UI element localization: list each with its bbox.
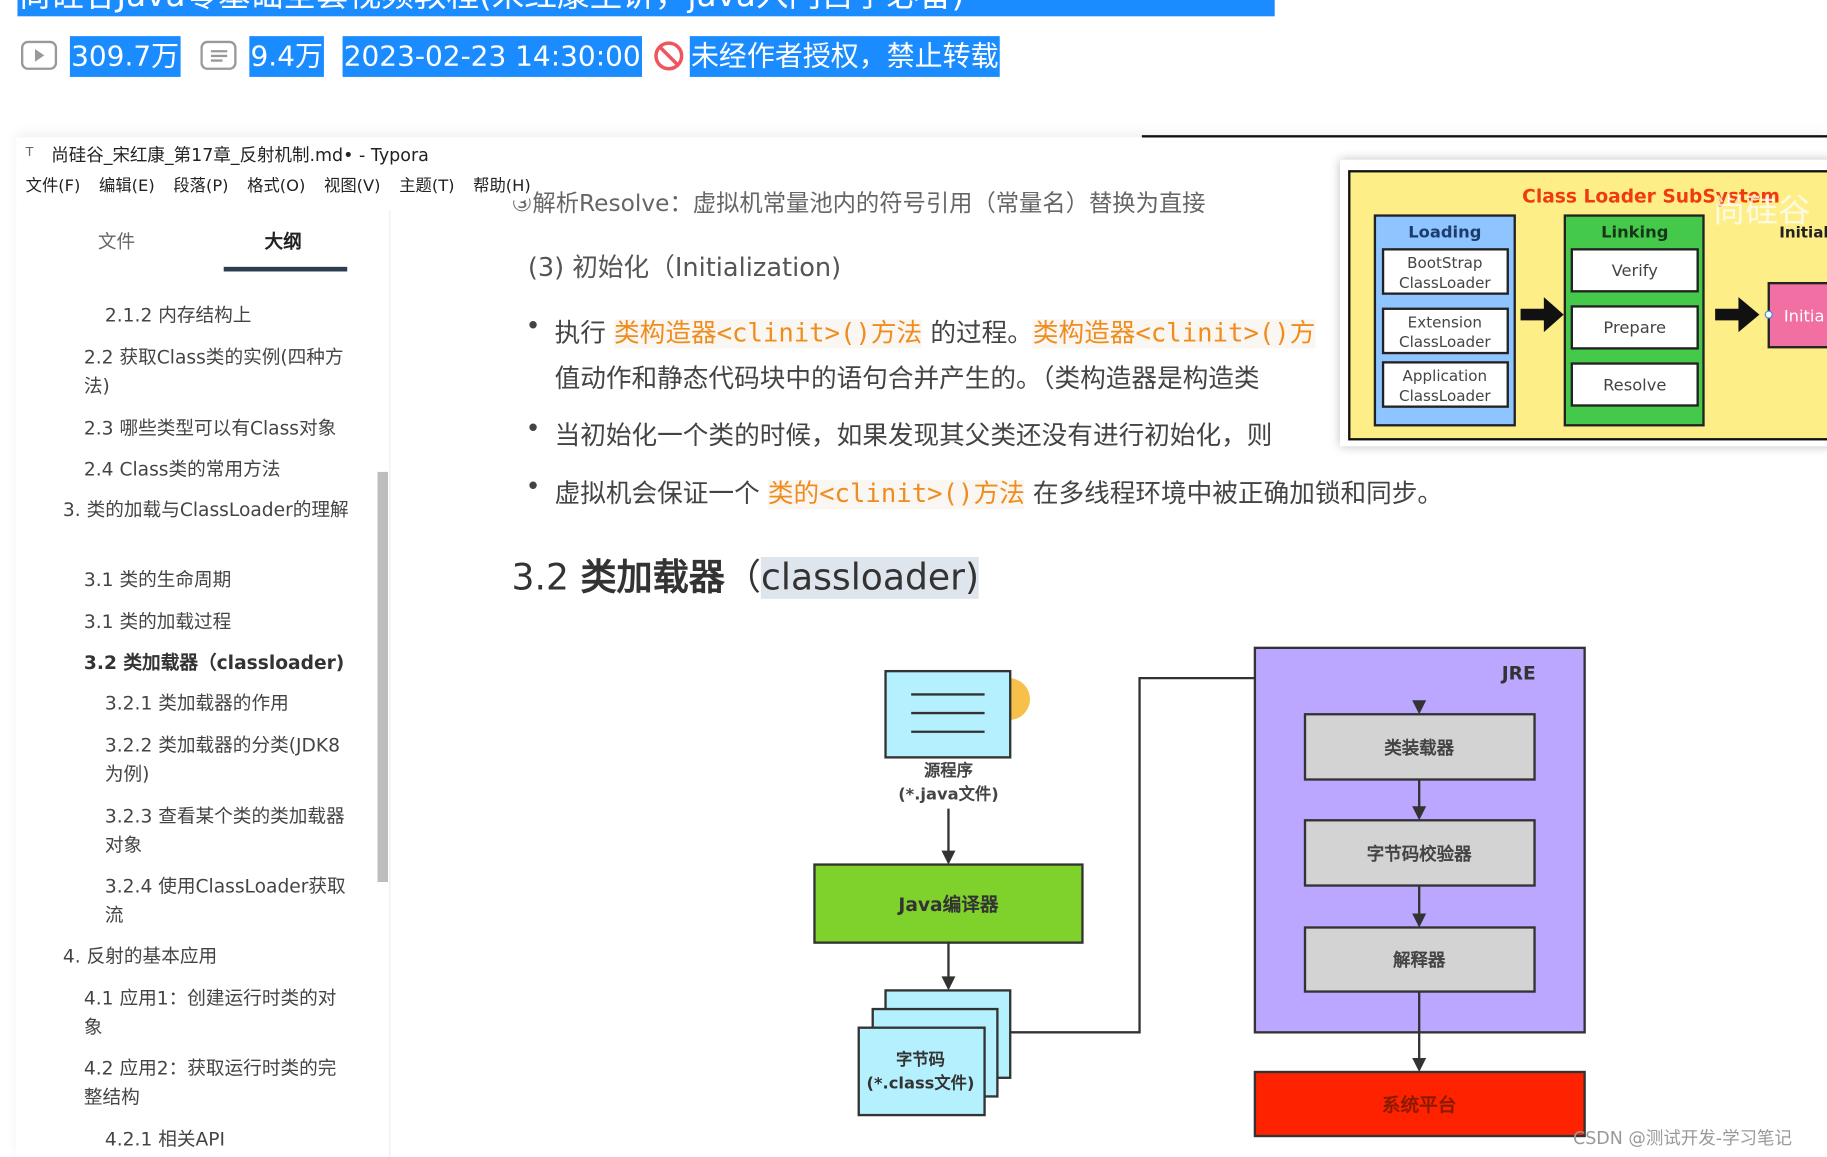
- menu-help[interactable]: 帮助(H): [473, 177, 531, 196]
- heading-3-2: 3.2 类加载器（classloader): [512, 548, 980, 600]
- text: 的过程。: [922, 319, 1033, 349]
- jvm-diagram: 源程序 (*.java文件) Java编译器 字节码 (*.class文件) J…: [813, 646, 1586, 1138]
- menu-edit[interactable]: 编辑(E): [99, 177, 155, 196]
- typora-app-icon: T: [25, 144, 34, 160]
- clipped-text-line: ③解析Resolve：虚拟机常量池内的符号引用（常量名）替换为直接: [511, 188, 1206, 217]
- menu-paragraph[interactable]: 段落(P): [173, 177, 228, 196]
- class-loader-label: 类装载器: [1384, 738, 1454, 759]
- menu-theme[interactable]: 主题(T): [399, 177, 454, 196]
- text: 在多线程环境中被正确加锁和同步。: [1024, 480, 1444, 510]
- outline-item[interactable]: 2.1.2 内存结构上: [105, 301, 379, 330]
- verify-label: Verify: [1612, 261, 1659, 280]
- outline-item[interactable]: 2.2 获取Class类的实例(四种方法): [84, 343, 358, 401]
- outline-item[interactable]: 3.1 类的生命周期: [84, 565, 358, 594]
- bullet-dot: •: [525, 473, 541, 503]
- initialization-label: Initial: [1779, 224, 1827, 242]
- source-label-ext: (*.java文件): [898, 784, 998, 803]
- bytecode-box: [857, 1026, 986, 1117]
- outline-item[interactable]: 3.2.3 查看某个类的类加载器对象: [105, 802, 350, 860]
- text: 执行: [554, 319, 615, 349]
- compiler-label: Java编译器: [896, 894, 998, 916]
- section-subheading: (3) 初始化（Initialization): [527, 254, 842, 284]
- selected-text[interactable]: classloader): [761, 556, 980, 599]
- bullet-1: 执行 类构造器<clinit>()方法 的过程。类构造器<clinit>()方: [555, 312, 1316, 349]
- tab-outline[interactable]: 大纲: [264, 226, 301, 254]
- screen: 尚硅谷Java零基础全套视频教程(宋红康主讲，java入门自学必备) 309.7…: [0, 0, 1827, 1157]
- heading-text: 类加载器: [580, 556, 725, 599]
- bytecode-label-ext: (*.class文件): [867, 1073, 975, 1092]
- video-title: 尚硅谷Java零基础全套视频教程(宋红康主讲，java入门自学必备): [17, 0, 1275, 17]
- bullet-3: 虚拟机会保证一个 类的<clinit>()方法 在多线程环境中被正确加锁和同步。: [555, 473, 1443, 510]
- jre-label: JRE: [1500, 663, 1536, 684]
- class-loader-subsystem-image: Class Loader SubSystem 尚硅谷 Initial Loadi…: [1339, 159, 1827, 447]
- copyright-notice: 未经作者授权，禁止转载: [689, 36, 1000, 77]
- tab-files[interactable]: 文件: [98, 226, 135, 254]
- inline-code: 类构造器<clinit>()方法: [614, 319, 923, 349]
- text: 虚拟机会保证一个: [554, 480, 768, 510]
- inline-code: 类的<clinit>()方法: [767, 480, 1025, 510]
- classloader-label: ClassLoader: [1399, 274, 1491, 292]
- menu-format[interactable]: 格式(O): [247, 177, 305, 196]
- outline-item-active[interactable]: 3.2 类加载器（classloader): [84, 648, 358, 677]
- outline-sidebar: 文件 大纲 2.1.2 内存结构上 2.2 获取Class类的实例(四种方法) …: [16, 209, 391, 1157]
- outline-item[interactable]: 3. 类的加载与ClassLoader的理解: [63, 495, 354, 524]
- classloader-label: ClassLoader: [1399, 387, 1491, 405]
- initialization-box-label: Initia: [1784, 307, 1825, 326]
- outline-item[interactable]: 2.3 哪些类型可以有Class对象: [84, 414, 358, 443]
- outline-item[interactable]: 3.1 类的加载过程: [84, 607, 358, 636]
- play-count-icon: [20, 40, 58, 80]
- active-tab-indicator: [223, 266, 348, 272]
- loading-label: Loading: [1408, 223, 1481, 242]
- extension-label: Extension: [1408, 313, 1482, 331]
- resolve-label: Resolve: [1603, 375, 1666, 394]
- view-count: 309.7万: [69, 36, 181, 77]
- outline-item[interactable]: 2.4 Class类的常用方法: [84, 454, 358, 483]
- bootstrap-label: BootStrap: [1407, 254, 1482, 272]
- verifier-label: 字节码校验器: [1367, 844, 1472, 865]
- prepare-label: Prepare: [1603, 318, 1666, 337]
- outline-item[interactable]: 4.2.1 相关API: [105, 1124, 379, 1153]
- outline-item[interactable]: 4.2 应用2：获取运行时类的完整结构: [84, 1053, 346, 1111]
- menu-bar: 文件(F) 编辑(E) 段落(P) 格式(O) 视图(V) 主题(T) 帮助(H): [26, 174, 550, 197]
- interpreter-label: 解释器: [1393, 950, 1446, 971]
- outline-item[interactable]: 4. 反射的基本应用: [63, 941, 337, 970]
- classloader-label: ClassLoader: [1399, 333, 1491, 351]
- application-label: Application: [1403, 367, 1488, 385]
- menu-file[interactable]: 文件(F): [26, 177, 81, 196]
- bullet-1-line-2: 值动作和静态代码块中的语句合并产生的。（类构造器是构造类: [554, 364, 1260, 394]
- danmaku-icon: [200, 40, 237, 80]
- publish-datetime: 2023-02-23 14:30:00: [342, 36, 642, 77]
- outline-item[interactable]: 3.2.1 类加载器的作用: [105, 689, 379, 718]
- menu-view[interactable]: 视图(V): [324, 177, 381, 196]
- linking-label: Linking: [1601, 223, 1668, 242]
- bytecode-label: 字节码: [896, 1050, 945, 1069]
- no-repost-icon: [653, 40, 686, 77]
- source-label: 源程序: [924, 761, 973, 780]
- bullet-2: 当初始化一个类的时候，如果发现其父类还没有进行初始化，则: [554, 421, 1273, 451]
- outline-item[interactable]: 3.2.2 类加载器的分类(JDK8为例): [105, 731, 356, 789]
- heading-number: 3.2: [511, 556, 581, 599]
- csdn-watermark: CSDN @测试开发-学习笔记: [1572, 1127, 1792, 1149]
- sidebar-scrollbar[interactable]: [377, 471, 389, 883]
- inline-code: 类构造器<clinit>()方: [1032, 319, 1316, 349]
- bullet-dot: •: [525, 414, 541, 444]
- danmaku-count: 9.4万: [249, 36, 325, 77]
- window-title: 尚硅谷_宋红康_第17章_反射机制.md• - Typora: [51, 144, 429, 166]
- bullet-dot: •: [525, 312, 541, 342]
- outline-item[interactable]: 3.2.4 使用ClassLoader获取流: [105, 872, 350, 930]
- outline-item[interactable]: 4.1 应用1：创建运行时类的对象: [84, 983, 346, 1041]
- heading-paren: （: [724, 556, 762, 599]
- platform-label: 系统平台: [1382, 1095, 1457, 1117]
- subsystem-diagram: Class Loader SubSystem 尚硅谷 Initial Loadi…: [1348, 170, 1827, 441]
